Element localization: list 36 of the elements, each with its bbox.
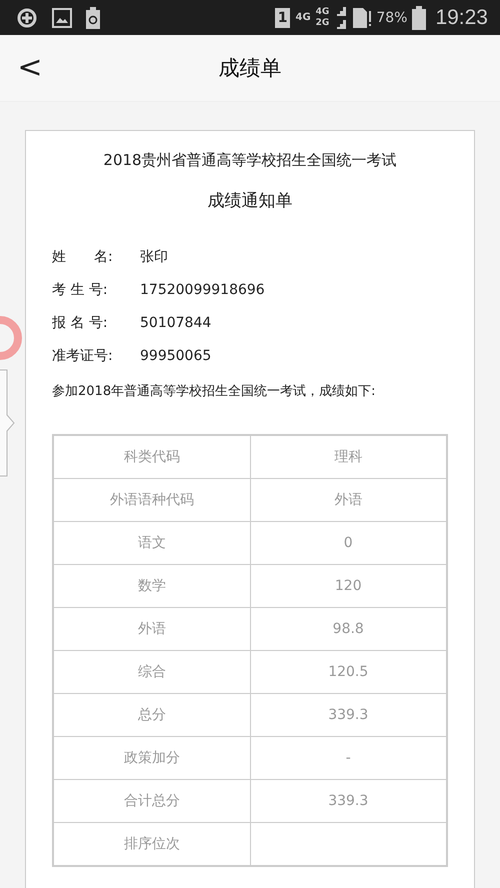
table-cell: 科类代码 [53, 435, 250, 478]
field-label: 报 名 号: [52, 314, 109, 332]
intro-text: 参加2018年普通高等学校招生全国统一考试，成绩如下: [52, 382, 376, 400]
sync-icon [16, 6, 38, 28]
field-value: 17520099918696 [140, 282, 265, 298]
table-cell: 外语语种代码 [53, 478, 250, 522]
page-title: 成绩单 [218, 55, 282, 82]
document-heading: 2018贵州省普通高等学校招生全国统一考试 [102, 151, 398, 170]
table-cell: 语文 [53, 522, 250, 564]
back-button[interactable]: < [0, 48, 60, 88]
image-icon [52, 8, 72, 28]
table-cell: 政策加分 [53, 736, 250, 780]
battery-recycle-icon [86, 6, 100, 28]
field-label: 准考证号: [52, 346, 114, 364]
lifebuoy-icon[interactable] [0, 315, 24, 361]
table-cell: 合计总分 [53, 780, 250, 822]
document-subheading: 成绩通知单 [206, 190, 294, 212]
sim-card-icon [353, 8, 372, 28]
field-value: 50107844 [140, 314, 212, 330]
table-cell: 外语 [53, 608, 250, 650]
sim-icon: 1 [274, 8, 290, 28]
table-cell: 总分 [53, 694, 250, 736]
network-label: 4G [316, 6, 330, 18]
side-panel-handle[interactable] [0, 369, 16, 477]
clock: 19:23 [435, 6, 488, 30]
battery-icon [412, 6, 426, 30]
table-cell: 数学 [53, 564, 250, 608]
field-label: 姓 名: [52, 248, 114, 266]
field-value: 99950065 [140, 348, 212, 364]
battery-percent: 78% [376, 10, 408, 26]
network-label: 2G [316, 18, 330, 28]
field-value: 张印 [140, 248, 168, 266]
table-cell: 综合 [53, 650, 250, 694]
field-label: 考 生 号: [52, 280, 109, 298]
network-label: 4G [295, 12, 311, 23]
signal-icon [334, 4, 348, 30]
